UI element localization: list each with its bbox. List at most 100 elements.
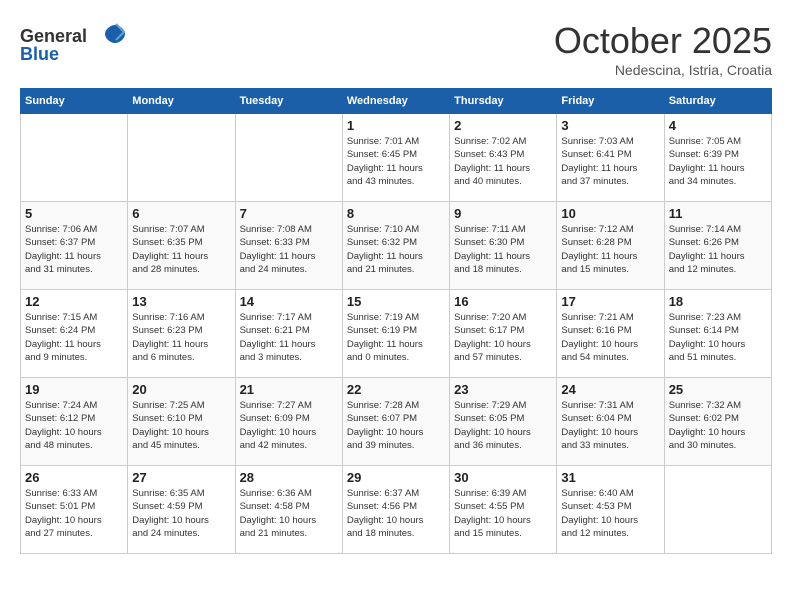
day-number: 4 [669, 118, 767, 133]
day-info: Sunrise: 6:40 AM Sunset: 4:53 PM Dayligh… [561, 487, 659, 540]
day-cell: 26 Sunrise: 6:33 AM Sunset: 5:01 PM Dayli… [21, 466, 128, 554]
day-info: Sunrise: 7:19 AM Sunset: 6:19 PM Dayligh… [347, 311, 445, 364]
week-row-4: 26 Sunrise: 6:33 AM Sunset: 5:01 PM Dayli… [21, 466, 772, 554]
day-info: Sunrise: 7:28 AM Sunset: 6:07 PM Dayligh… [347, 399, 445, 452]
day-info: Sunrise: 7:31 AM Sunset: 6:04 PM Dayligh… [561, 399, 659, 452]
day-number: 31 [561, 470, 659, 485]
day-info: Sunrise: 7:32 AM Sunset: 6:02 PM Dayligh… [669, 399, 767, 452]
day-info: Sunrise: 7:11 AM Sunset: 6:30 PM Dayligh… [454, 223, 552, 276]
day-cell: 7 Sunrise: 7:08 AM Sunset: 6:33 PM Daylig… [235, 202, 342, 290]
day-number: 13 [132, 294, 230, 309]
day-cell: 3 Sunrise: 7:03 AM Sunset: 6:41 PM Daylig… [557, 114, 664, 202]
header-day-saturday: Saturday [664, 89, 771, 114]
week-row-3: 19 Sunrise: 7:24 AM Sunset: 6:12 PM Dayli… [21, 378, 772, 466]
day-info: Sunrise: 7:12 AM Sunset: 6:28 PM Dayligh… [561, 223, 659, 276]
day-number: 25 [669, 382, 767, 397]
day-number: 8 [347, 206, 445, 221]
day-number: 15 [347, 294, 445, 309]
day-cell: 2 Sunrise: 7:02 AM Sunset: 6:43 PM Daylig… [450, 114, 557, 202]
day-info: Sunrise: 7:15 AM Sunset: 6:24 PM Dayligh… [25, 311, 123, 364]
day-cell: 23 Sunrise: 7:29 AM Sunset: 6:05 PM Dayli… [450, 378, 557, 466]
day-cell: 16 Sunrise: 7:20 AM Sunset: 6:17 PM Dayli… [450, 290, 557, 378]
day-number: 11 [669, 206, 767, 221]
day-number: 2 [454, 118, 552, 133]
day-number: 10 [561, 206, 659, 221]
svg-text:Blue: Blue [20, 44, 59, 64]
day-cell: 30Sunrise: 6:39 AM Sunset: 4:55 PM Dayli… [450, 466, 557, 554]
day-info: Sunrise: 7:20 AM Sunset: 6:17 PM Dayligh… [454, 311, 552, 364]
day-cell: 20 Sunrise: 7:25 AM Sunset: 6:10 PM Dayli… [128, 378, 235, 466]
header-row: SundayMondayTuesdayWednesdayThursdayFrid… [21, 89, 772, 114]
day-cell: 15 Sunrise: 7:19 AM Sunset: 6:19 PM Dayli… [342, 290, 449, 378]
day-number: 27 [132, 470, 230, 485]
day-cell: 5Sunrise: 7:06 AM Sunset: 6:37 PM Daylig… [21, 202, 128, 290]
day-cell [21, 114, 128, 202]
day-number: 30 [454, 470, 552, 485]
day-number: 16 [454, 294, 552, 309]
day-number: 29 [347, 470, 445, 485]
day-cell [235, 114, 342, 202]
day-number: 19 [25, 382, 123, 397]
day-info: Sunrise: 7:25 AM Sunset: 6:10 PM Dayligh… [132, 399, 230, 452]
day-number: 28 [240, 470, 338, 485]
day-number: 26 [25, 470, 123, 485]
title-block: October 2025 Nedescina, Istria, Croatia [554, 20, 772, 78]
day-info: Sunrise: 7:01 AM Sunset: 6:45 PM Dayligh… [347, 135, 445, 188]
day-number: 9 [454, 206, 552, 221]
day-number: 24 [561, 382, 659, 397]
page-header: General Blue October 2025 Nedescina, Ist… [20, 20, 772, 78]
header-day-monday: Monday [128, 89, 235, 114]
day-number: 23 [454, 382, 552, 397]
day-info: Sunrise: 7:02 AM Sunset: 6:43 PM Dayligh… [454, 135, 552, 188]
day-cell: 8 Sunrise: 7:10 AM Sunset: 6:32 PM Daylig… [342, 202, 449, 290]
header-day-friday: Friday [557, 89, 664, 114]
day-info: Sunrise: 7:06 AM Sunset: 6:37 PM Dayligh… [25, 223, 123, 276]
day-cell: 27Sunrise: 6:35 AM Sunset: 4:59 PM Dayli… [128, 466, 235, 554]
day-cell: 18 Sunrise: 7:23 AM Sunset: 6:14 PM Dayli… [664, 290, 771, 378]
day-number: 6 [132, 206, 230, 221]
day-number: 21 [240, 382, 338, 397]
day-info: Sunrise: 7:10 AM Sunset: 6:32 PM Dayligh… [347, 223, 445, 276]
day-info: Sunrise: 7:14 AM Sunset: 6:26 PM Dayligh… [669, 223, 767, 276]
day-info: Sunrise: 7:24 AM Sunset: 6:12 PM Dayligh… [25, 399, 123, 452]
day-number: 17 [561, 294, 659, 309]
day-number: 14 [240, 294, 338, 309]
subtitle: Nedescina, Istria, Croatia [554, 62, 772, 78]
svg-text:General: General [20, 26, 87, 46]
day-cell: 28Sunrise: 6:36 AM Sunset: 4:58 PM Dayli… [235, 466, 342, 554]
day-number: 20 [132, 382, 230, 397]
day-cell: 17Sunrise: 7:21 AM Sunset: 6:16 PM Dayli… [557, 290, 664, 378]
day-cell: 24 Sunrise: 7:31 AM Sunset: 6:04 PM Dayli… [557, 378, 664, 466]
week-row-0: 1 Sunrise: 7:01 AM Sunset: 6:45 PM Daylig… [21, 114, 772, 202]
day-cell: 13 Sunrise: 7:16 AM Sunset: 6:23 PM Dayli… [128, 290, 235, 378]
week-row-1: 5Sunrise: 7:06 AM Sunset: 6:37 PM Daylig… [21, 202, 772, 290]
day-cell [128, 114, 235, 202]
day-info: Sunrise: 7:08 AM Sunset: 6:33 PM Dayligh… [240, 223, 338, 276]
day-number: 1 [347, 118, 445, 133]
day-info: Sunrise: 7:03 AM Sunset: 6:41 PM Dayligh… [561, 135, 659, 188]
day-number: 3 [561, 118, 659, 133]
day-cell: 6 Sunrise: 7:07 AM Sunset: 6:35 PM Daylig… [128, 202, 235, 290]
day-info: Sunrise: 7:23 AM Sunset: 6:14 PM Dayligh… [669, 311, 767, 364]
calendar-table: SundayMondayTuesdayWednesdayThursdayFrid… [20, 88, 772, 554]
day-info: Sunrise: 7:07 AM Sunset: 6:35 PM Dayligh… [132, 223, 230, 276]
day-cell: 22 Sunrise: 7:28 AM Sunset: 6:07 PM Dayli… [342, 378, 449, 466]
day-info: Sunrise: 7:17 AM Sunset: 6:21 PM Dayligh… [240, 311, 338, 364]
header-day-wednesday: Wednesday [342, 89, 449, 114]
day-cell: 31 Sunrise: 6:40 AM Sunset: 4:53 PM Dayli… [557, 466, 664, 554]
day-info: Sunrise: 7:05 AM Sunset: 6:39 PM Dayligh… [669, 135, 767, 188]
day-info: Sunrise: 6:33 AM Sunset: 5:01 PM Dayligh… [25, 487, 123, 540]
day-number: 22 [347, 382, 445, 397]
header-day-tuesday: Tuesday [235, 89, 342, 114]
day-info: Sunrise: 7:16 AM Sunset: 6:23 PM Dayligh… [132, 311, 230, 364]
day-number: 7 [240, 206, 338, 221]
month-title: October 2025 [554, 20, 772, 62]
header-day-sunday: Sunday [21, 89, 128, 114]
day-cell: 11 Sunrise: 7:14 AM Sunset: 6:26 PM Dayli… [664, 202, 771, 290]
logo-svg: General Blue [20, 20, 130, 65]
day-info: Sunrise: 7:29 AM Sunset: 6:05 PM Dayligh… [454, 399, 552, 452]
day-number: 18 [669, 294, 767, 309]
day-cell: 9 Sunrise: 7:11 AM Sunset: 6:30 PM Daylig… [450, 202, 557, 290]
day-cell: 10 Sunrise: 7:12 AM Sunset: 6:28 PM Dayli… [557, 202, 664, 290]
day-cell: 21Sunrise: 7:27 AM Sunset: 6:09 PM Dayli… [235, 378, 342, 466]
